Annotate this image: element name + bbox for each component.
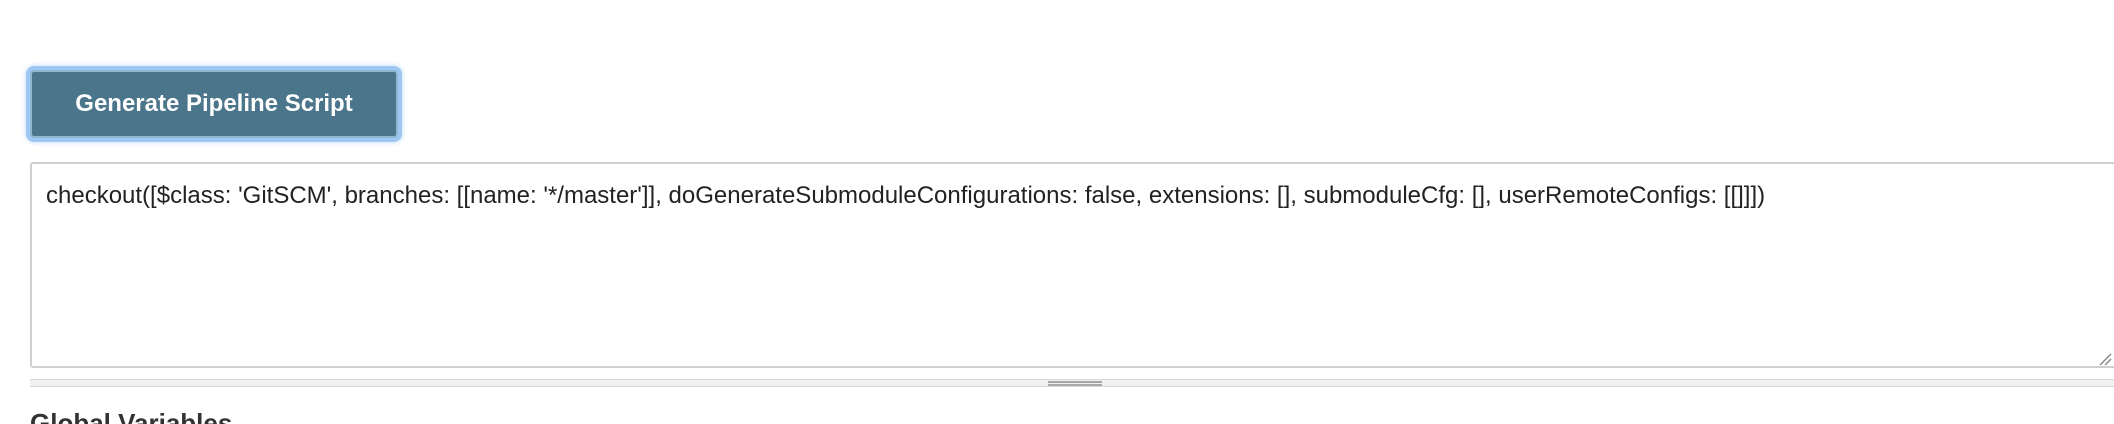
resize-grip-icon[interactable] — [2098, 352, 2112, 366]
drag-handle-icon[interactable] — [1048, 381, 1102, 386]
snippet-generator-panel: Generate Pipeline Script checkout([$clas… — [0, 0, 2114, 424]
global-variables-heading: Global Variables — [30, 408, 233, 424]
generated-script-textarea[interactable]: checkout([$class: 'GitSCM', branches: [[… — [30, 162, 2114, 368]
generate-pipeline-script-button[interactable]: Generate Pipeline Script — [30, 70, 398, 138]
